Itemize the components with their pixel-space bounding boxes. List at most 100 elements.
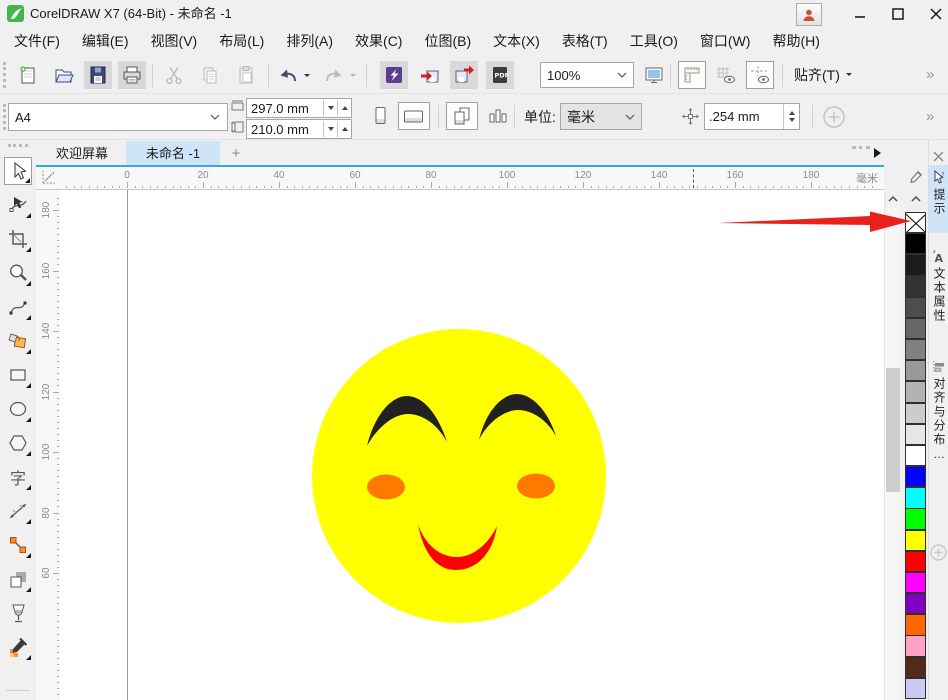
palette-scroll-up-button[interactable] [904,190,927,207]
page-width-spinner[interactable]: 297.0 mm [246,98,352,118]
shape-tool[interactable] [4,191,32,219]
smiley-right-cheek[interactable] [517,474,555,499]
transparency-tool[interactable] [4,599,32,627]
menu-item-1[interactable]: 编辑(E) [71,27,140,56]
swatch-orange[interactable] [905,614,926,635]
swatch-60-percent-black[interactable] [905,318,926,339]
propbar-overflow-button[interactable]: » [926,108,934,125]
ruler-origin[interactable] [36,167,60,190]
tab-scroll-right-button[interactable] [872,146,882,160]
menu-item-11[interactable]: 帮助(H) [761,27,830,56]
page-height-increment[interactable] [337,121,351,137]
maximize-button[interactable] [881,0,915,27]
tab-welcome-screen[interactable]: 欢迎屏幕 [38,141,126,166]
menu-item-3[interactable]: 布局(L) [208,27,275,56]
menu-item-10[interactable]: 窗口(W) [689,27,762,56]
swatch-cyan[interactable] [905,487,926,508]
new-document-tab-button[interactable]: + [224,141,248,166]
undo-dropdown[interactable] [300,61,314,89]
save-button[interactable] [84,61,112,89]
minimize-button[interactable] [843,0,877,27]
drop-shadow-tool[interactable] [4,565,32,593]
pick-tool[interactable] [4,157,32,185]
page-height-decrement[interactable] [323,121,337,137]
paste-button[interactable] [232,61,260,89]
import-button[interactable] [416,61,444,89]
menu-item-8[interactable]: 表格(T) [551,27,619,56]
export-button[interactable] [450,61,478,89]
swatch-50-percent-black[interactable] [905,339,926,360]
close-button[interactable] [919,0,948,27]
toolbar-overflow-button[interactable]: » [926,66,934,83]
undo-button[interactable] [276,61,300,89]
current-page-button[interactable] [484,102,512,130]
show-rulers-button[interactable] [678,61,706,89]
canvas-vscrollbar[interactable] [884,190,900,700]
zoom-level-combo[interactable]: 100% [540,62,634,88]
horizontal-ruler[interactable]: 毫米 020406080100120140160180 [60,167,884,190]
nudge-increment[interactable] [789,108,795,115]
polygon-tool[interactable] [4,429,32,457]
swatch-80-percent-black[interactable] [905,276,926,297]
account-button[interactable] [796,3,822,26]
units-combo[interactable]: 毫米 [560,103,642,130]
swatch-purple[interactable] [905,593,926,614]
application-launcher-button[interactable] [380,61,408,89]
smiley-face[interactable] [312,329,606,623]
redo-button[interactable] [322,61,346,89]
add-page-button[interactable] [822,105,846,129]
menu-item-4[interactable]: 排列(A) [275,27,344,56]
swatch-40-percent-black[interactable] [905,360,926,381]
ellipse-tool[interactable] [4,395,32,423]
vertical-ruler[interactable]: 1801601401201008060 [36,190,60,700]
full-screen-preview-button[interactable] [640,61,668,89]
menu-item-6[interactable]: 位图(B) [413,27,482,56]
swatch-red[interactable] [905,551,926,572]
tab-untitled-1[interactable]: 未命名 -1 [126,141,220,166]
cut-button[interactable] [160,61,188,89]
swatch-blue[interactable] [905,466,926,487]
palette-eyedropper-button[interactable] [904,168,927,185]
copy-button[interactable] [196,61,224,89]
page-width-decrement[interactable] [323,100,337,116]
swatch-white[interactable] [905,445,926,466]
nudge-decrement[interactable] [789,118,795,125]
docker-tab-hints[interactable]: ? 提示 [929,165,948,233]
open-button[interactable] [50,61,78,89]
swatch-10-percent-black[interactable] [905,424,926,445]
menu-item-2[interactable]: 视图(V) [140,27,209,56]
smiley-left-cheek[interactable] [367,475,405,500]
portrait-button[interactable] [366,102,394,130]
landscape-button[interactable] [398,102,430,130]
crop-tool[interactable] [4,225,32,253]
scrollbar-thumb[interactable] [886,368,900,492]
page-height-spinner[interactable]: 210.0 mm [246,119,352,139]
new-document-button[interactable] [14,61,42,89]
show-guidelines-button[interactable] [746,61,774,89]
swatch-black[interactable] [905,233,926,254]
swatch-70-percent-black[interactable] [905,297,926,318]
swatch-light-blueviolet[interactable] [905,678,926,699]
menu-item-7[interactable]: 文本(X) [482,27,551,56]
page-width-increment[interactable] [337,100,351,116]
page-size-combo[interactable]: A4 [8,103,228,131]
docker-tab-text-properties[interactable]: A 文本属性 [929,245,948,345]
nudge-spinner[interactable]: .254 mm [704,103,800,130]
show-grid-button[interactable] [712,61,740,89]
connector-tool[interactable] [4,531,32,559]
snap-menu-button[interactable]: 贴齐(T) [794,61,852,89]
swatch-magenta[interactable] [905,572,926,593]
parallel-dimension-tool[interactable] [4,497,32,525]
menu-item-0[interactable]: 文件(F) [3,27,71,56]
drawing-canvas[interactable] [60,190,884,700]
color-eyedropper-tool[interactable] [4,633,32,661]
swatch-green[interactable] [905,508,926,529]
all-pages-button[interactable] [446,102,478,130]
freehand-tool[interactable] [4,293,32,321]
text-tool[interactable]: 字 [4,463,32,491]
swatch-none[interactable] [905,212,926,233]
swatch-90-percent-black[interactable] [905,254,926,275]
swatch-30-percent-black[interactable] [905,381,926,402]
swatch-brown[interactable] [905,657,926,678]
smart-fill-tool[interactable] [4,327,32,355]
